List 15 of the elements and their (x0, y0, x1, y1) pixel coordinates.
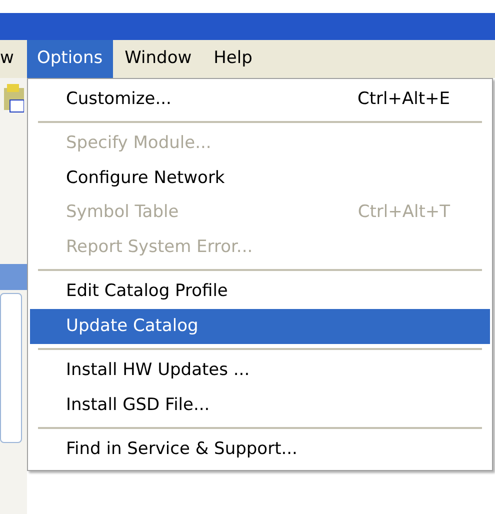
menu-item[interactable]: Window (114, 40, 202, 78)
menu-option[interactable]: Find in Service & Support... (30, 432, 490, 467)
shortcut-text: Ctrl+Alt+E (358, 88, 450, 110)
menu-item[interactable]: Help (204, 40, 262, 78)
menu-item[interactable]: Options (27, 40, 113, 78)
menu-option[interactable]: Configure Network (30, 161, 490, 196)
menu-option[interactable]: Edit Catalog Profile (30, 274, 490, 309)
menu-option[interactable]: Install GSD File... (30, 388, 490, 422)
menu-item[interactable]: w (0, 40, 27, 78)
menu-option[interactable]: Install HW Updates ... (30, 354, 490, 388)
panel-header (0, 264, 27, 290)
toolbar-icon (4, 84, 24, 114)
menu-option[interactable]: Customize... Ctrl+Alt+E (30, 82, 490, 116)
menu-option[interactable]: Update Catalog (30, 309, 490, 344)
shortcut-text: Ctrl+Alt+T (358, 201, 450, 224)
